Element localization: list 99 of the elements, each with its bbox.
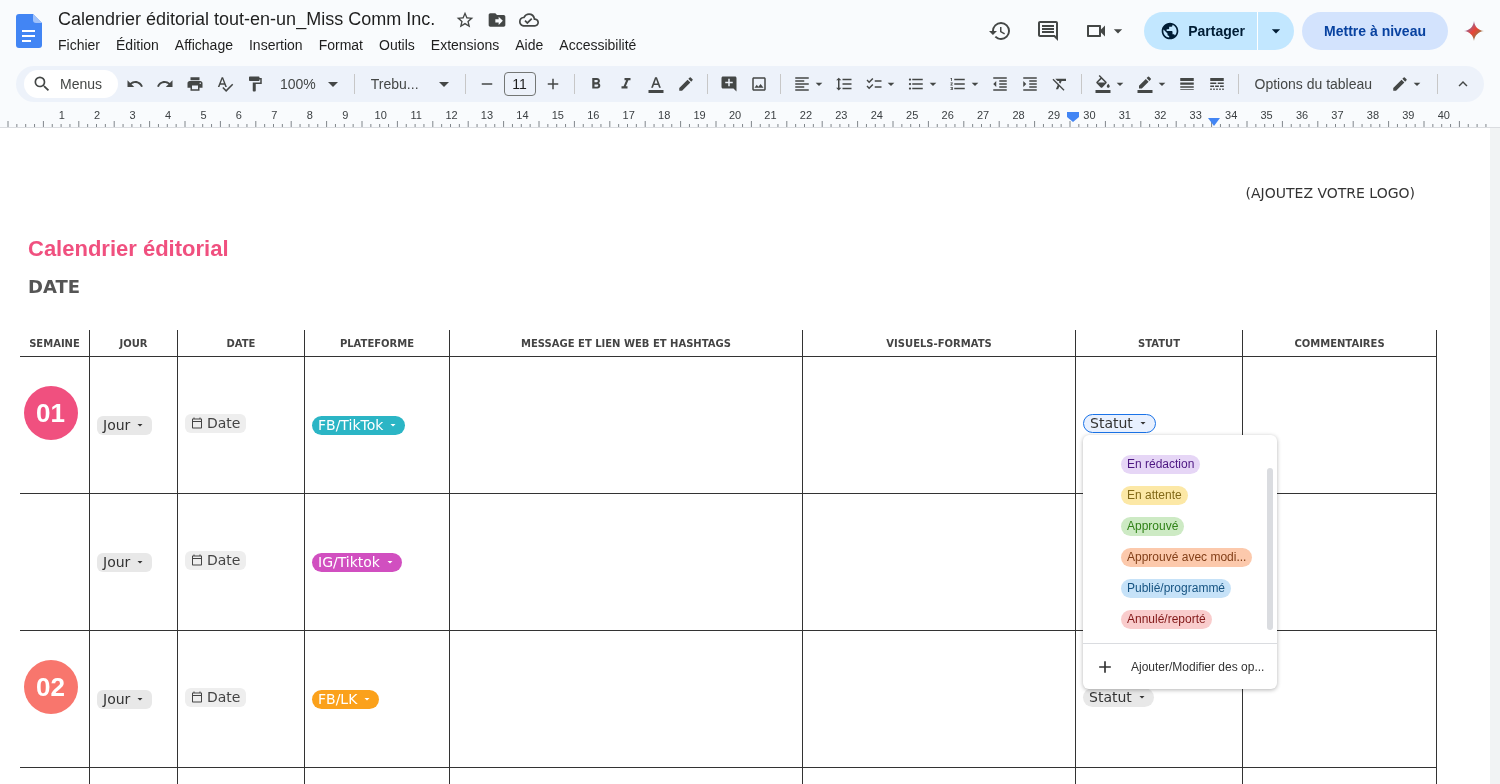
platform-dropdown[interactable]: IG/Tiktok: [312, 552, 402, 572]
ruler-number: 30: [1083, 108, 1096, 123]
column-header: VISUELS-FORMATS: [886, 336, 992, 351]
menu-item[interactable]: Outils: [379, 35, 415, 56]
history-icon[interactable]: [988, 19, 1013, 43]
search-menus-field[interactable]: Menus: [24, 70, 118, 98]
ruler-number: 2: [94, 108, 101, 123]
date-subheading: DATE: [28, 278, 82, 296]
week-number-badge: 01: [23, 386, 78, 440]
font-size-field[interactable]: 11: [503, 72, 536, 96]
menu-item[interactable]: Format: [318, 35, 363, 56]
table-options-button[interactable]: Options du tableau: [1246, 73, 1381, 95]
ruler-number: 26: [941, 108, 954, 123]
ruler-number: 25: [906, 108, 919, 123]
indent-marker-icon[interactable]: [1066, 111, 1080, 123]
ruler-number: 31: [1118, 108, 1131, 123]
ruler-number: 20: [728, 108, 742, 123]
ruler-number: 5: [200, 108, 207, 123]
date-chip[interactable]: Date: [185, 687, 247, 707]
caret-icon: [438, 81, 449, 87]
status-option[interactable]: En attente: [1121, 486, 1188, 505]
column-header: JOUR: [119, 336, 148, 351]
ruler-number: 35: [1260, 108, 1273, 123]
day-dropdown[interactable]: Jour: [97, 415, 153, 435]
calendar-icon: [191, 691, 203, 703]
status-option[interactable]: En rédaction: [1121, 455, 1201, 474]
day-dropdown[interactable]: Jour: [97, 689, 153, 709]
edit-options-item[interactable]: Ajouter/Modifier des op...: [1131, 657, 1265, 676]
menu-item[interactable]: Insertion: [248, 35, 303, 56]
ruler-number: 27: [976, 108, 990, 123]
ruler-number: 9: [342, 108, 349, 123]
scrollbar[interactable]: [1267, 468, 1273, 630]
calendar-icon: [191, 417, 203, 429]
ruler-number: 11: [410, 108, 422, 123]
ruler-number: 1: [58, 108, 65, 123]
menu-item[interactable]: Extensions: [430, 35, 500, 56]
column-header: SEMAINE: [29, 336, 80, 351]
status-dropdown[interactable]: Statut: [1083, 687, 1154, 707]
ruler-number: 22: [799, 108, 813, 123]
ruler-number: 39: [1402, 108, 1415, 123]
document-heading: Calendrier éditorial: [28, 238, 230, 260]
ruler-number: 37: [1331, 108, 1344, 123]
day-dropdown[interactable]: Jour: [97, 552, 153, 572]
ruler-number: 36: [1295, 108, 1309, 123]
column-header: COMMENTAIRES: [1294, 336, 1385, 351]
sparkle-icon[interactable]: [1464, 21, 1484, 41]
date-chip[interactable]: Date: [185, 413, 247, 433]
ruler-number: 33: [1189, 108, 1202, 123]
menu-item[interactable]: Accessibilité: [559, 35, 637, 56]
ruler-number: 3: [129, 108, 136, 123]
document-title[interactable]: Calendrier éditorial tout-en-un_Miss Comm Inc.: [58, 6, 436, 33]
ruler-number: 34: [1225, 108, 1238, 123]
column-header: MESSAGE ET LIEN WEB ET HASHTAGS: [521, 336, 731, 351]
ruler-number: 16: [587, 108, 600, 123]
upgrade-button[interactable]: Mettre à niveau: [1302, 12, 1448, 50]
ruler-number: 19: [693, 108, 706, 123]
ruler-number: 6: [235, 108, 242, 123]
globe-icon: [1160, 21, 1181, 41]
date-chip[interactable]: Date: [185, 550, 247, 570]
menu-item[interactable]: Affichage: [174, 35, 233, 56]
ruler-number: 8: [306, 108, 313, 123]
ruler-number: 15: [551, 108, 564, 123]
column-header: STATUT: [1138, 336, 1180, 351]
menu-item[interactable]: Édition: [116, 35, 159, 56]
font-dropdown[interactable]: Trebu...: [362, 73, 457, 95]
menu-item[interactable]: Aide: [515, 35, 544, 56]
docs-logo-icon[interactable]: [16, 14, 42, 48]
status-option[interactable]: Approuvé: [1121, 517, 1185, 536]
ruler-number: 29: [1047, 108, 1061, 123]
ruler-number: 4: [164, 108, 172, 123]
logo-placeholder-text: (AJOUTEZ VOTRE LOGO): [1245, 184, 1415, 203]
caret-icon: [327, 81, 338, 87]
ruler-number: 24: [870, 108, 883, 123]
ruler-number: 7: [271, 108, 278, 123]
comment-icon[interactable]: [1036, 19, 1061, 43]
search-icon: [32, 74, 52, 94]
week-number-badge: 02: [23, 660, 78, 714]
calendar-icon: [191, 554, 203, 566]
ruler-number: 14: [516, 108, 529, 123]
status-dropdown[interactable]: Statut: [1083, 413, 1156, 433]
status-option[interactable]: Annulé/reporté: [1121, 610, 1212, 629]
ruler-number: 10: [374, 108, 387, 123]
status-option[interactable]: Publié/programmé: [1121, 579, 1232, 598]
column-header: DATE: [226, 336, 256, 351]
indent-marker-icon[interactable]: [1208, 118, 1220, 126]
menu-item[interactable]: Fichier: [58, 35, 100, 56]
ruler-number: 28: [1012, 108, 1025, 123]
zoom-dropdown[interactable]: 100%: [272, 73, 346, 95]
column-header: PLATEFORME: [339, 336, 415, 351]
ruler-number: 17: [622, 108, 635, 123]
ruler-number: 23: [835, 108, 848, 123]
ruler-number: 12: [445, 108, 458, 123]
ruler-number: 32: [1154, 108, 1167, 123]
ruler-number: 13: [480, 108, 494, 123]
ruler-number: 18: [658, 108, 671, 123]
ruler-number: 40: [1437, 108, 1450, 123]
ruler-number: 21: [764, 108, 777, 123]
ruler-number: 38: [1366, 108, 1380, 123]
status-option[interactable]: Approuvé avec modi...: [1121, 548, 1253, 567]
